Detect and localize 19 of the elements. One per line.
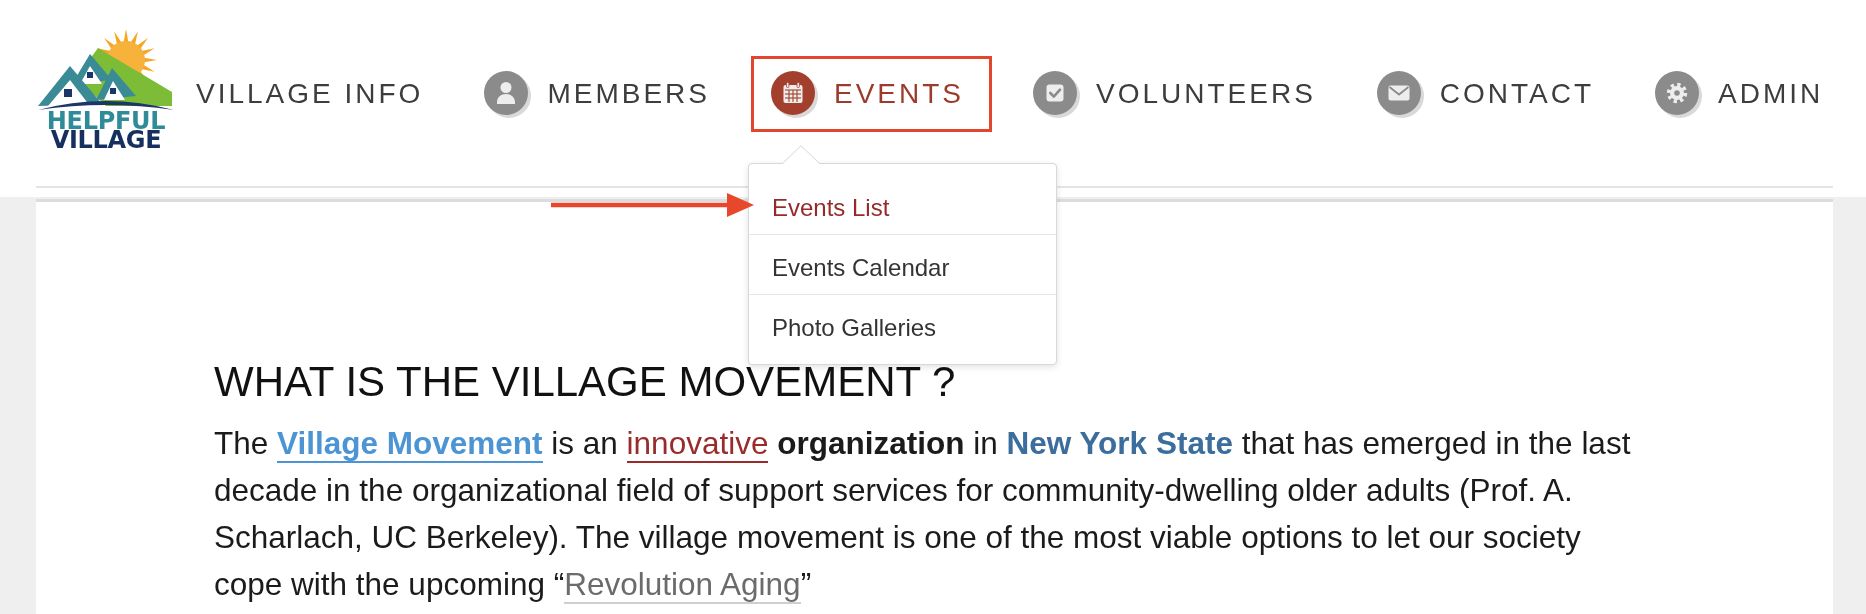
logo-text: VILLAGE (50, 131, 162, 150)
nav-item[interactable]: CONTACT (1356, 56, 1615, 132)
text-link[interactable]: New York State (1006, 425, 1233, 461)
nav-item[interactable]: VILLAGE INFO (176, 56, 444, 132)
logo-text: HELPFUL (46, 112, 166, 131)
calendar-icon (771, 70, 818, 118)
text-link[interactable]: innovative (626, 425, 769, 463)
checkbox-icon (1033, 70, 1080, 118)
envelope-icon (1376, 70, 1424, 118)
menu-item[interactable]: Events List (749, 174, 1056, 234)
text-link[interactable]: Revolution Aging (564, 566, 801, 604)
nav-item[interactable]: MEMBERS (464, 56, 730, 132)
person-icon (484, 70, 532, 118)
section-heading: WHAT IS THE VILLAGE MOVEMENT ? (214, 357, 956, 407)
nav-item[interactable]: EVENTS (751, 56, 992, 132)
nav-item[interactable]: ADMIN (1635, 56, 1844, 132)
intro-paragraph: The Village Movement is an innovative organization in New York State that has emerged in the last decade in the organizational field of support services for community-dwelling older adults (Prof. A. Scharlach, UC Berkeley). The village movement is one of the most viable options to let our society cope with the upcoming “Revolution Aging” (214, 424, 1632, 606)
gear-icon (1655, 70, 1703, 118)
nav-item[interactable]: VOLUNTEERS (1013, 56, 1336, 132)
